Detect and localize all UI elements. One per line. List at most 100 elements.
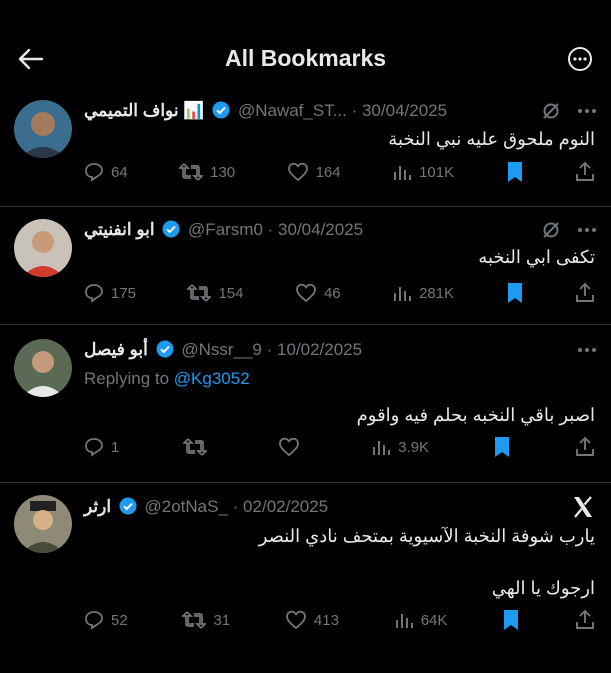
grok-icon[interactable] xyxy=(541,101,561,121)
avatar[interactable] xyxy=(14,339,72,397)
share-button[interactable] xyxy=(575,161,595,183)
reply-button[interactable]: 1 xyxy=(84,437,119,457)
views-button[interactable]: 3.9K xyxy=(371,437,429,457)
tweet[interactable]: أبو فيصل @Nssr__9 · 10/02/2025 Replying … xyxy=(0,325,611,483)
reply-icon xyxy=(85,611,103,630)
more-options-button[interactable] xyxy=(565,44,595,74)
tweet[interactable]: نواف التميمي 📊 @Nawaf_ST... · 30/04/2025… xyxy=(0,88,611,207)
verified-icon xyxy=(119,497,137,515)
tweet-header: ابو انفنيتي @Farsm0 · 30/04/2025 xyxy=(84,217,551,243)
view-count: 101K xyxy=(419,163,455,181)
reply-count: 175 xyxy=(111,284,137,302)
share-icon xyxy=(576,436,594,456)
like-count: 413 xyxy=(313,611,339,629)
reply-count: 52 xyxy=(111,611,128,629)
tweet-header: نواف التميمي 📊 @Nawaf_ST... · 30/04/2025 xyxy=(84,98,551,124)
bookmark-button[interactable] xyxy=(506,161,524,183)
tweet-header: ارثر @2otNaS_ · 02/02/2025 xyxy=(84,494,551,520)
view-count: 64K xyxy=(420,611,448,629)
verified-icon xyxy=(212,101,230,119)
avatar[interactable] xyxy=(14,219,72,277)
retweet-count: 130 xyxy=(210,163,236,181)
more-icon[interactable] xyxy=(577,227,597,233)
author-handle[interactable]: @Nssr__9 xyxy=(181,340,262,359)
heart-icon xyxy=(279,437,300,457)
tweet-text: اصبر باقي النخبه بحلم فيه واقوم xyxy=(356,405,595,425)
grok-icon[interactable] xyxy=(541,220,561,240)
bookmark-button[interactable] xyxy=(506,282,524,304)
view-count: 3.9K xyxy=(398,438,430,456)
author-name[interactable]: ارثر xyxy=(84,497,111,516)
author-name[interactable]: نواف التميمي xyxy=(84,101,179,120)
page-title: All Bookmarks xyxy=(224,45,387,71)
like-count: 164 xyxy=(315,163,341,181)
chart-emoji: 📊 xyxy=(183,101,205,120)
tweet-actions: 52 31 413 64K xyxy=(84,607,595,633)
tweet-actions: 175 154 46 281K xyxy=(84,280,595,306)
tweet-top-icons xyxy=(577,337,597,363)
like-button[interactable] xyxy=(278,437,307,457)
tweet-top-icons xyxy=(541,217,597,243)
more-icon[interactable] xyxy=(577,347,597,353)
reply-count: 1 xyxy=(111,438,120,456)
tweet-actions: 1 3.9K xyxy=(84,434,595,460)
reply-button[interactable]: 64 xyxy=(84,162,128,182)
tweet-date: · 30/04/2025 xyxy=(267,220,364,239)
bookmark-button[interactable] xyxy=(502,609,520,631)
tweet-text: يارب شوفة النخبة الآسيوية بمتحف نادي الن… xyxy=(258,526,595,546)
more-icon xyxy=(568,47,592,71)
bookmark-icon xyxy=(504,610,519,630)
share-button[interactable] xyxy=(575,609,595,631)
top-bar: All Bookmarks xyxy=(0,0,611,88)
tweet-text-line2: ارجوك يا الهي xyxy=(491,578,595,598)
retweet-button[interactable]: 130 xyxy=(179,162,235,182)
share-button[interactable] xyxy=(575,436,595,458)
reply-count: 64 xyxy=(111,163,128,181)
like-button[interactable]: 46 xyxy=(295,283,341,303)
like-button[interactable]: 164 xyxy=(287,162,341,182)
author-handle[interactable]: @2otNaS_ xyxy=(145,497,228,516)
author-name[interactable]: أبو فيصل xyxy=(84,340,148,359)
retweet-button[interactable] xyxy=(183,437,214,457)
retweet-icon xyxy=(179,163,204,181)
view-count: 281K xyxy=(419,284,455,302)
like-count: 46 xyxy=(323,284,341,302)
tweet-date: · 02/02/2025 xyxy=(232,497,329,516)
heart-icon xyxy=(296,283,316,303)
retweet-button[interactable]: 31 xyxy=(182,610,230,630)
like-button[interactable]: 413 xyxy=(285,610,339,630)
views-button[interactable]: 64K xyxy=(394,610,448,630)
views-icon xyxy=(395,614,413,628)
retweet-icon xyxy=(187,284,212,302)
heart-icon xyxy=(286,610,306,630)
tweet-actions: 64 130 164 101K xyxy=(84,159,595,185)
author-handle[interactable]: @Farsm0 xyxy=(188,220,263,239)
tweet-top-icons xyxy=(541,98,597,124)
replying-to-handle[interactable]: @Kg3052 xyxy=(174,369,250,388)
more-icon[interactable] xyxy=(577,108,597,114)
views-button[interactable]: 101K xyxy=(392,162,454,182)
reply-icon xyxy=(85,438,103,457)
share-icon xyxy=(575,609,594,629)
share-button[interactable] xyxy=(575,282,595,304)
retweet-button[interactable]: 154 xyxy=(187,283,244,303)
x-logo-icon xyxy=(574,496,592,518)
reply-button[interactable]: 52 xyxy=(84,610,128,630)
author-name[interactable]: ابو انفنيتي xyxy=(84,220,155,239)
share-icon xyxy=(576,282,594,302)
avatar[interactable] xyxy=(14,100,72,158)
share-icon xyxy=(576,161,594,181)
tweet[interactable]: ارثر @2otNaS_ · 02/02/2025 يارب شوفة الن… xyxy=(0,483,611,673)
tweet-text: تكفى ابي النخبه xyxy=(478,247,595,267)
avatar[interactable] xyxy=(14,495,72,553)
retweet-count: 31 xyxy=(213,611,231,629)
retweet-count: 154 xyxy=(218,284,244,302)
reply-icon xyxy=(85,163,103,182)
author-handle[interactable]: @Nawaf_ST... xyxy=(238,101,347,120)
heart-icon xyxy=(287,162,308,182)
tweet-date: · 30/04/2025 xyxy=(351,101,448,120)
reply-button[interactable]: 175 xyxy=(84,283,136,303)
bookmark-button[interactable] xyxy=(493,436,511,458)
views-button[interactable]: 281K xyxy=(392,283,454,303)
tweet[interactable]: ابو انفنيتي @Farsm0 · 30/04/2025 تكفى اب… xyxy=(0,207,611,325)
